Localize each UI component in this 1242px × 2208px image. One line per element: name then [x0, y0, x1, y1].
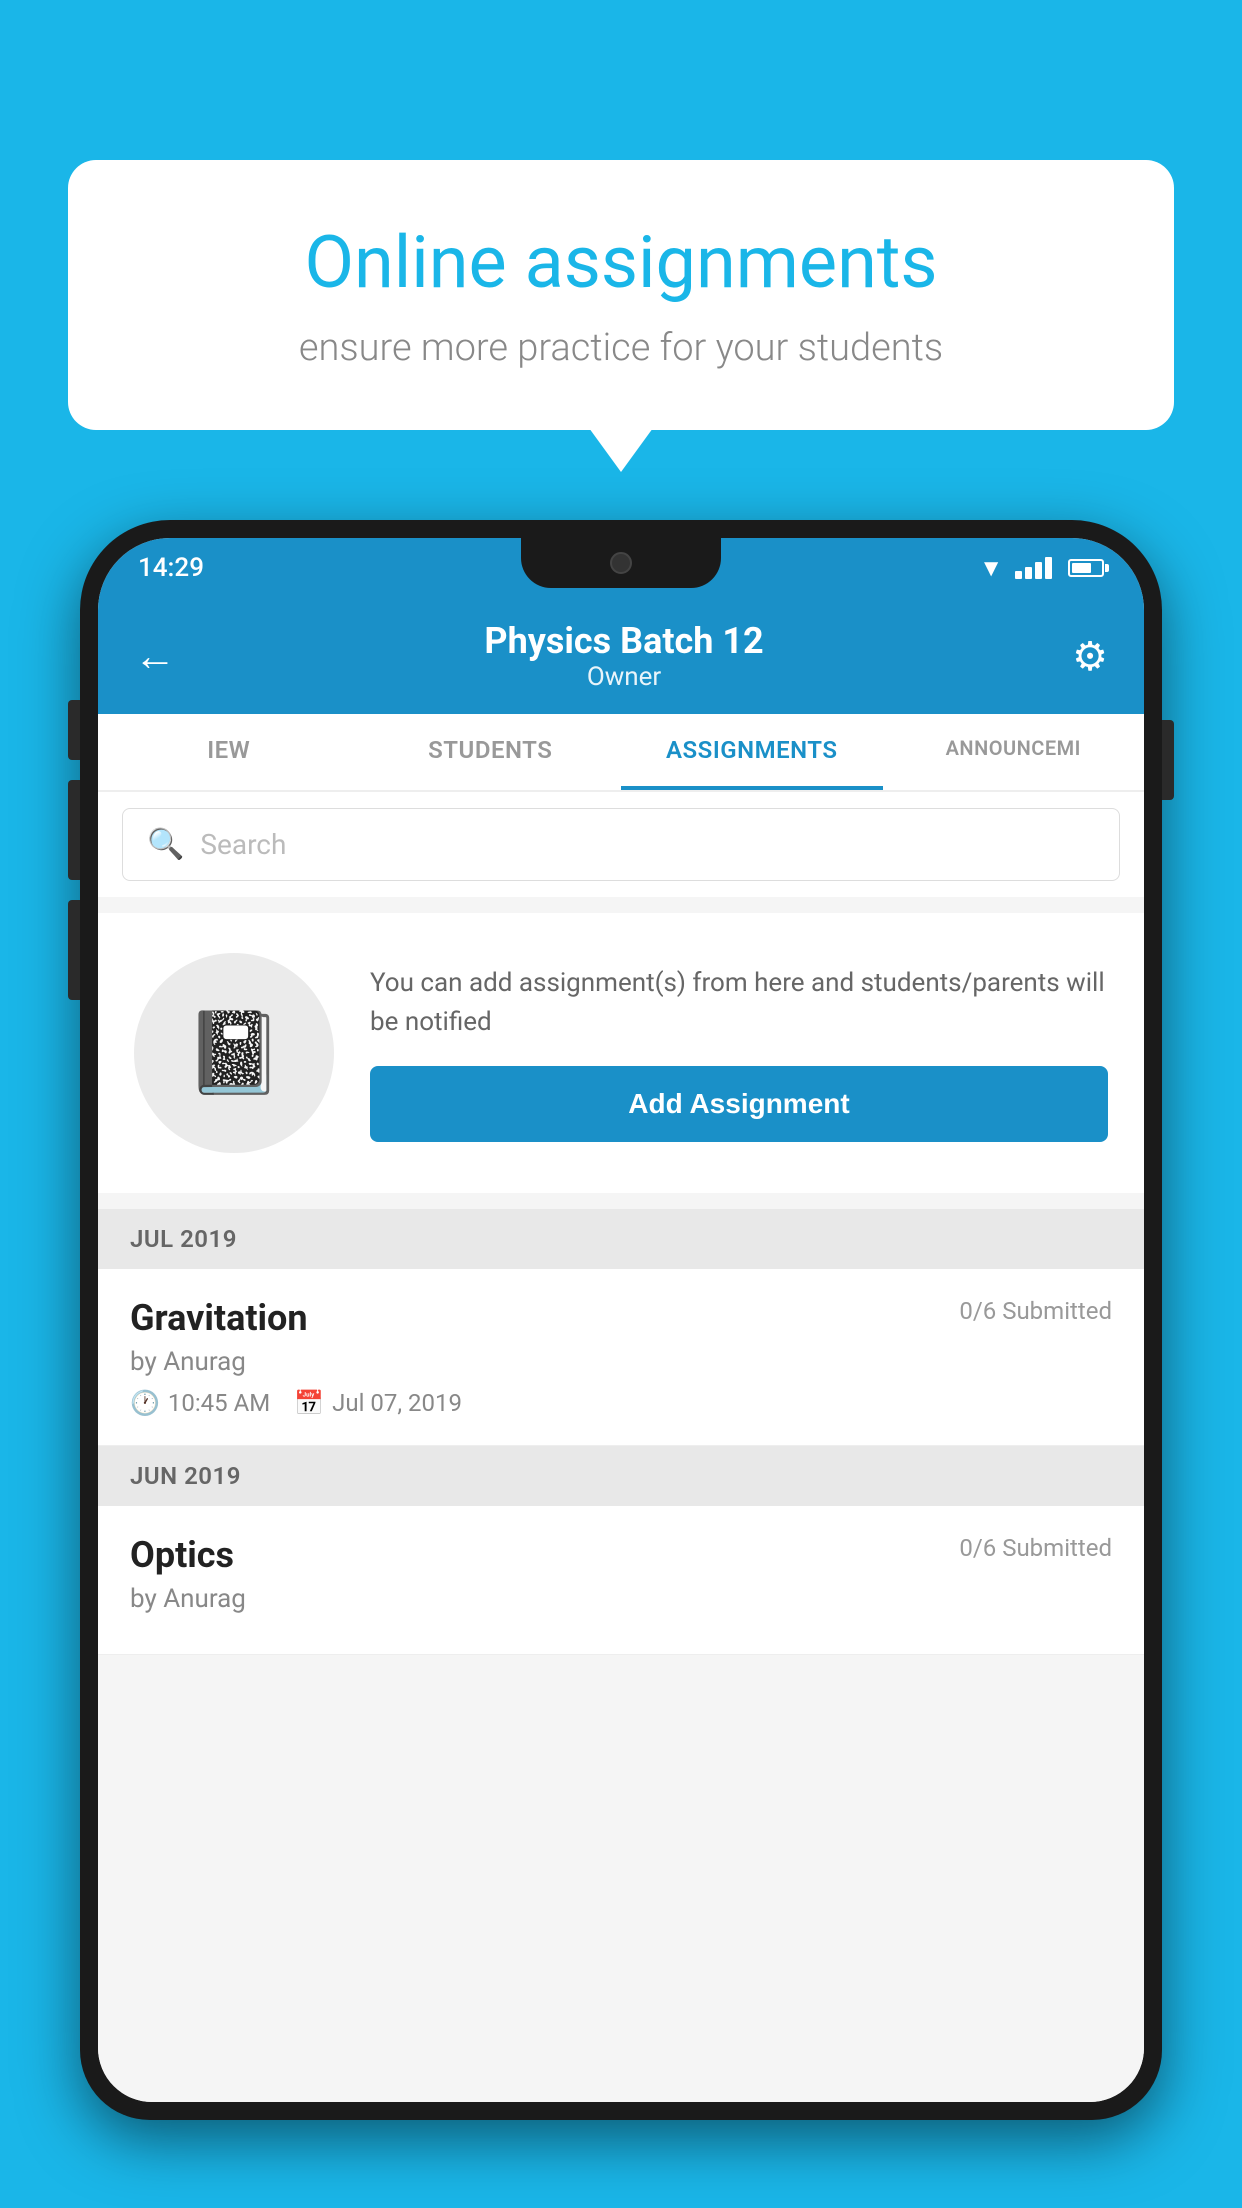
empty-state-content: You can add assignment(s) from here and …	[370, 964, 1108, 1142]
search-input-wrapper[interactable]: 🔍 Search	[122, 808, 1120, 881]
section-header-jun: JUN 2019	[98, 1446, 1144, 1506]
assignment-item-gravitation[interactable]: Gravitation 0/6 Submitted by Anurag 🕐 10…	[98, 1269, 1144, 1446]
header-title: Physics Batch 12	[484, 620, 763, 662]
tab-iew[interactable]: IEW	[98, 714, 360, 790]
battery-fill	[1072, 563, 1091, 573]
signal-bar-2	[1025, 567, 1032, 579]
signal-bars-icon	[1015, 557, 1052, 579]
speech-bubble-title: Online assignments	[138, 220, 1104, 306]
assignment-optics-title: Optics	[130, 1534, 234, 1576]
tab-assignments[interactable]: ASSIGNMENTS	[621, 714, 883, 790]
camera-dot	[610, 552, 632, 574]
speech-bubble-subtitle: ensure more practice for your students	[138, 326, 1104, 370]
header-title-block: Physics Batch 12 Owner	[484, 620, 763, 692]
calendar-icon: 📅	[294, 1389, 324, 1417]
speech-bubble-container: Online assignments ensure more practice …	[68, 160, 1174, 430]
section-header-jul: JUL 2019	[98, 1209, 1144, 1269]
search-placeholder: Search	[200, 828, 286, 861]
empty-state-icon-circle: 📓	[134, 953, 334, 1153]
assignment-optics-submitted: 0/6 Submitted	[959, 1534, 1112, 1562]
assignment-item-optics[interactable]: Optics 0/6 Submitted by Anurag	[98, 1506, 1144, 1655]
tabs-bar: IEW STUDENTS ASSIGNMENTS ANNOUNCEMI	[98, 714, 1144, 792]
assignment-gravitation-title: Gravitation	[130, 1297, 308, 1339]
status-time: 14:29	[138, 553, 204, 583]
status-icons: ▼	[979, 554, 1104, 583]
phone-notch	[521, 538, 721, 588]
notebook-icon: 📓	[184, 1006, 284, 1100]
signal-bar-1	[1015, 571, 1022, 579]
assignment-optics-by: by Anurag	[130, 1584, 1112, 1614]
volume-down-button	[68, 900, 80, 1000]
assignment-gravitation-date: 📅 Jul 07, 2019	[294, 1389, 462, 1417]
phone-outer: 14:29 ▼ ← Phys	[80, 520, 1162, 2120]
assignment-gravitation-meta: 🕐 10:45 AM 📅 Jul 07, 2019	[130, 1389, 1112, 1417]
empty-state-description: You can add assignment(s) from here and …	[370, 964, 1108, 1042]
tab-students[interactable]: STUDENTS	[360, 714, 622, 790]
empty-state-card: 📓 You can add assignment(s) from here an…	[98, 913, 1144, 1193]
signal-bar-3	[1035, 562, 1042, 579]
wifi-icon: ▼	[979, 554, 1003, 583]
assignment-gravitation-date-label: Jul 07, 2019	[332, 1389, 462, 1417]
content-area: 🔍 Search 📓 You can add assignment(s) fro…	[98, 792, 1144, 2102]
app-header: ← Physics Batch 12 Owner ⚙	[98, 598, 1144, 714]
assignment-gravitation-time-label: 10:45 AM	[168, 1389, 270, 1417]
power-button	[1162, 720, 1174, 800]
settings-icon[interactable]: ⚙	[1072, 633, 1108, 680]
phone-screen: 14:29 ▼ ← Phys	[98, 538, 1144, 2102]
phone-container: 14:29 ▼ ← Phys	[80, 520, 1162, 2208]
volume-silent-button	[68, 700, 80, 760]
volume-up-button	[68, 780, 80, 880]
search-container: 🔍 Search	[98, 792, 1144, 897]
signal-bar-4	[1045, 557, 1052, 579]
assignment-gravitation-by: by Anurag	[130, 1347, 1112, 1377]
assignment-gravitation-header: Gravitation 0/6 Submitted	[130, 1297, 1112, 1339]
back-button[interactable]: ←	[134, 632, 176, 681]
assignment-optics-header: Optics 0/6 Submitted	[130, 1534, 1112, 1576]
header-subtitle: Owner	[484, 662, 763, 692]
search-icon: 🔍	[147, 827, 184, 862]
tab-announcements[interactable]: ANNOUNCEMI	[883, 714, 1145, 790]
assignment-gravitation-time: 🕐 10:45 AM	[130, 1389, 270, 1417]
speech-bubble: Online assignments ensure more practice …	[68, 160, 1174, 430]
assignment-gravitation-submitted: 0/6 Submitted	[959, 1297, 1112, 1325]
battery-icon	[1068, 559, 1104, 577]
clock-icon: 🕐	[130, 1389, 160, 1417]
add-assignment-button[interactable]: Add Assignment	[370, 1066, 1108, 1142]
